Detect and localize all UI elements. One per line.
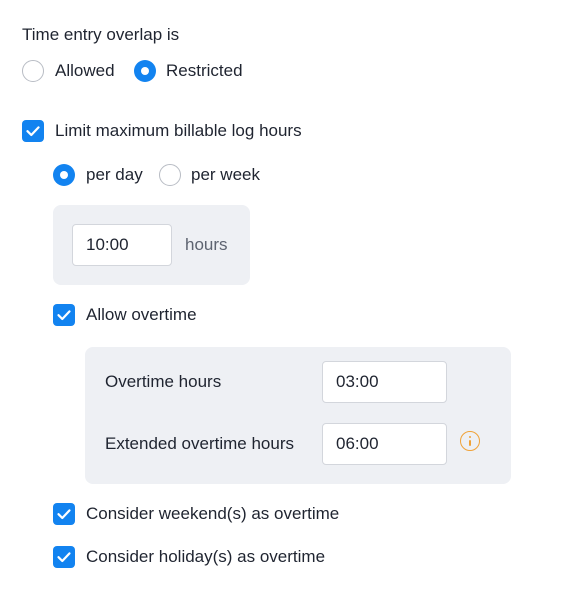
checkmark-icon [57, 509, 71, 520]
limit-hours-label[interactable]: Limit maximum billable log hours [55, 120, 302, 142]
allow-overtime-checkbox[interactable] [53, 304, 75, 326]
checkmark-icon [57, 552, 71, 563]
weekend-overtime-checkbox[interactable] [53, 503, 75, 525]
radio-allowed-label[interactable]: Allowed [55, 60, 115, 82]
extended-overtime-label: Extended overtime hours [105, 434, 294, 453]
radio-per-week[interactable] [159, 164, 181, 186]
overlap-heading: Time entry overlap is [22, 25, 180, 44]
weekend-overtime-label[interactable]: Consider weekend(s) as overtime [86, 503, 339, 525]
hours-unit-label: hours [185, 235, 228, 254]
info-icon[interactable] [460, 431, 480, 451]
overtime-hours-input[interactable] [322, 361, 447, 403]
radio-allowed[interactable] [22, 60, 44, 82]
extended-overtime-input[interactable] [322, 423, 447, 465]
holiday-overtime-label[interactable]: Consider holiday(s) as overtime [86, 546, 325, 568]
hours-limit-input[interactable] [72, 224, 172, 266]
radio-restricted-label[interactable]: Restricted [166, 60, 243, 82]
radio-per-day[interactable] [53, 164, 75, 186]
holiday-overtime-checkbox[interactable] [53, 546, 75, 568]
checkmark-icon [26, 126, 40, 137]
allow-overtime-label[interactable]: Allow overtime [86, 304, 197, 326]
overtime-hours-label: Overtime hours [105, 372, 222, 391]
radio-per-week-label[interactable]: per week [191, 164, 260, 186]
limit-hours-checkbox[interactable] [22, 120, 44, 142]
overtime-panel [85, 347, 511, 484]
checkmark-icon [57, 310, 71, 321]
radio-restricted[interactable] [134, 60, 156, 82]
radio-per-day-label[interactable]: per day [86, 164, 143, 186]
